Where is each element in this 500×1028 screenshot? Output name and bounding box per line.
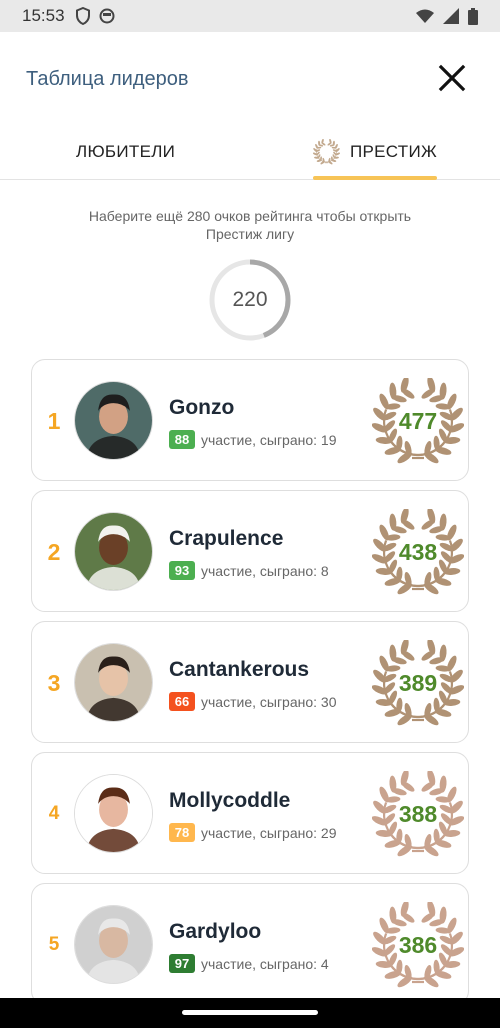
leader-card[interactable]: 1 Gonzo 88 участие, сыграно: 19 477 [31, 359, 469, 481]
avatar [74, 905, 153, 984]
leader-meta: 78 участие, сыграно: 29 [169, 823, 337, 842]
battery-icon [468, 7, 478, 25]
leader-name: Cantankerous [169, 658, 310, 681]
signal-icon [443, 8, 459, 24]
leader-card[interactable]: 2 Crapulence 93 участие, сыграно: 8 438 [31, 490, 469, 612]
leader-name: Crapulence [169, 527, 284, 550]
leader-name: Gardyloo [169, 920, 262, 943]
avatar [74, 381, 153, 460]
games-played: участие, сыграно: 8 [201, 562, 329, 579]
system-navigation-bar [0, 998, 500, 1028]
tab-amateur[interactable]: ЛЮБИТЕЛИ [76, 124, 175, 180]
rating-progress-value: 220 [232, 288, 268, 311]
leader-meta: 88 участие, сыграно: 19 [169, 430, 337, 449]
status-bar: 15:53 [0, 0, 500, 32]
leader-meta: 66 участие, сыграно: 30 [169, 692, 337, 711]
level-badge: 78 [169, 823, 195, 842]
page-title: Таблица лидеров [26, 68, 189, 90]
leader-score: 477 [398, 407, 438, 434]
rating-hint-line1: Наберите ещё 280 очков рейтинга чтобы от… [88, 208, 412, 224]
leader-name: Gonzo [169, 396, 235, 419]
leader-rank: 5 [48, 934, 60, 955]
leader-rank: 4 [48, 803, 60, 824]
status-time: 15:53 [22, 6, 65, 25]
leader-card[interactable]: 3 Cantankerous 66 участие, сыграно: 30 3… [31, 621, 469, 743]
level-badge: 88 [169, 430, 195, 449]
leader-score: 386 [398, 931, 438, 958]
level-badge: 66 [169, 692, 195, 711]
leader-card[interactable]: 5 Gardyloo 97 участие, сыграно: 4 386 [31, 883, 469, 1005]
avatar [74, 512, 153, 591]
level-badge: 97 [169, 954, 195, 973]
rating-hint-line2: Престиж лигу [205, 226, 295, 242]
games-played: участие, сыграно: 4 [201, 955, 329, 972]
close-icon[interactable] [438, 64, 466, 92]
games-played: участие, сыграно: 30 [201, 693, 337, 710]
leader-score: 388 [398, 800, 438, 827]
app-notification-icon [99, 8, 115, 24]
header: Таблица лидеров [0, 32, 500, 124]
leader-rank: 3 [47, 669, 61, 696]
active-tab-indicator [313, 176, 437, 180]
leader-score: 438 [398, 538, 438, 565]
rating-hint: Наберите ещё 280 очков рейтинга чтобы от… [0, 207, 500, 243]
league-tabs: ЛЮБИТЕЛИ ПРЕСТИЖ [0, 124, 500, 180]
games-played: участие, сыграно: 19 [201, 431, 337, 448]
tab-amateur-label: ЛЮБИТЕЛИ [76, 142, 176, 161]
avatar [74, 774, 153, 853]
tab-prestige-label: ПРЕСТИЖ [349, 142, 437, 161]
leader-rank: 2 [47, 538, 61, 565]
leader-name: Mollycoddle [169, 789, 291, 812]
leader-card[interactable]: 4 Mollycoddle 78 участие, сыграно: 29 38… [31, 752, 469, 874]
leader-rank: 1 [47, 407, 61, 434]
leader-meta: 97 участие, сыграно: 4 [169, 954, 329, 973]
level-badge: 93 [169, 561, 195, 580]
leader-score: 389 [398, 669, 438, 696]
home-gesture-handle[interactable] [182, 1010, 318, 1015]
tab-prestige[interactable]: ПРЕСТИЖ [313, 124, 437, 180]
avatar [74, 643, 153, 722]
leader-meta: 93 участие, сыграно: 8 [169, 561, 329, 580]
wifi-icon [416, 9, 434, 23]
shield-icon [75, 7, 90, 25]
games-played: участие, сыграно: 29 [201, 824, 337, 841]
laurel-icon [313, 139, 340, 165]
